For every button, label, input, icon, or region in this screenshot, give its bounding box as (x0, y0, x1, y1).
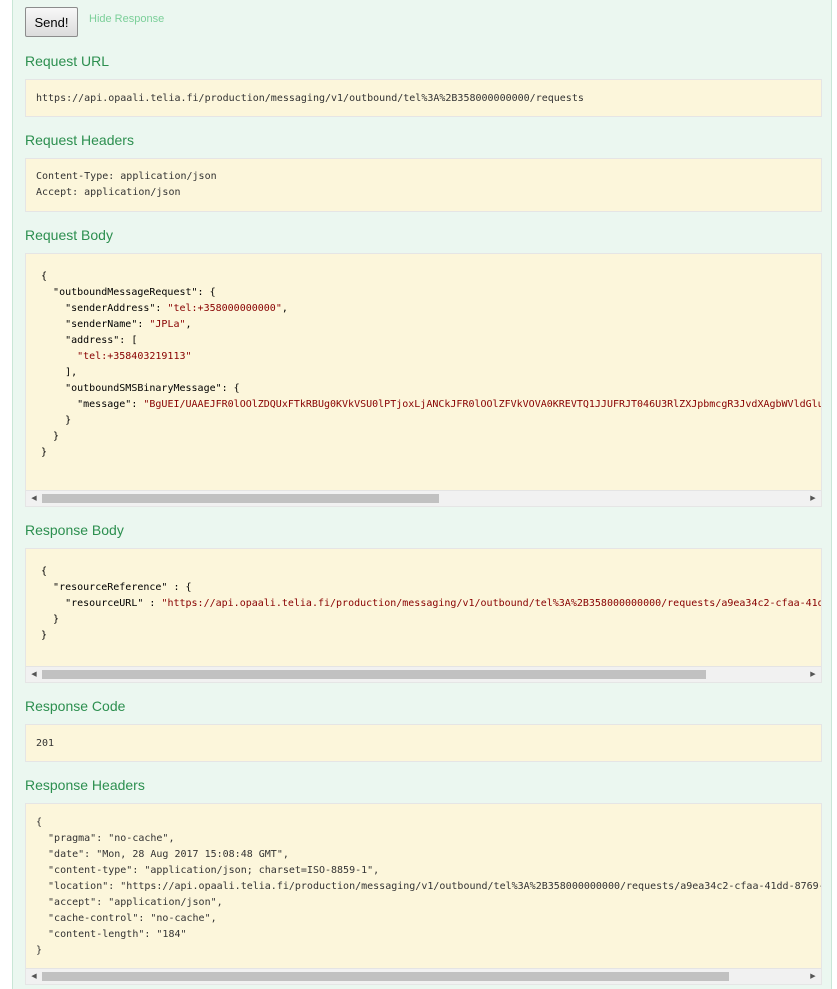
request-headers-text: Content-Type: application/json Accept: a… (36, 171, 217, 198)
response-code-text: 201 (36, 738, 55, 749)
scroll-right-icon[interactable]: ▶ (805, 969, 821, 984)
response-headers-heading: Response Headers (25, 777, 145, 793)
request-headers-block: Content-Type: application/json Accept: a… (25, 158, 822, 212)
request-url-text: https://api.opaali.telia.fi/production/m… (36, 93, 584, 104)
response-body-scrollbar[interactable]: ◀ ▶ (26, 666, 821, 682)
request-headers-heading: Request Headers (25, 132, 134, 148)
hide-response-link[interactable]: Hide Response (89, 13, 164, 25)
response-body-json: { "resourceReference" : { "resourceURL" … (41, 566, 822, 641)
request-url-block: https://api.opaali.telia.fi/production/m… (25, 79, 822, 117)
request-body-heading: Request Body (25, 227, 113, 243)
scroll-left-icon[interactable]: ◀ (26, 667, 42, 682)
request-body-scrollbar[interactable]: ◀ ▶ (26, 490, 821, 506)
request-body-json: { "outboundMessageRequest": { "senderAdd… (41, 271, 822, 458)
response-headers-text: { "pragma": "no-cache", "date": "Mon, 28… (36, 817, 822, 956)
scrollbar-thumb[interactable] (42, 670, 706, 679)
scroll-right-icon[interactable]: ▶ (805, 491, 821, 506)
request-body-block[interactable]: { "outboundMessageRequest": { "senderAdd… (25, 253, 822, 507)
send-button[interactable]: Send! (25, 7, 78, 37)
response-code-block: 201 (25, 724, 822, 762)
response-code-heading: Response Code (25, 698, 126, 714)
scrollbar-thumb[interactable] (42, 972, 729, 981)
response-body-heading: Response Body (25, 522, 124, 538)
scroll-left-icon[interactable]: ◀ (26, 969, 42, 984)
response-headers-block[interactable]: { "pragma": "no-cache", "date": "Mon, 28… (25, 803, 822, 985)
scrollbar-thumb[interactable] (42, 494, 439, 503)
scroll-left-icon[interactable]: ◀ (26, 491, 42, 506)
request-url-heading: Request URL (25, 53, 110, 69)
response-headers-scrollbar[interactable]: ◀ ▶ (26, 968, 821, 984)
response-body-block[interactable]: { "resourceReference" : { "resourceURL" … (25, 548, 822, 683)
scroll-right-icon[interactable]: ▶ (805, 667, 821, 682)
response-panel: Send! Hide Response Request URL https://… (12, 0, 832, 989)
